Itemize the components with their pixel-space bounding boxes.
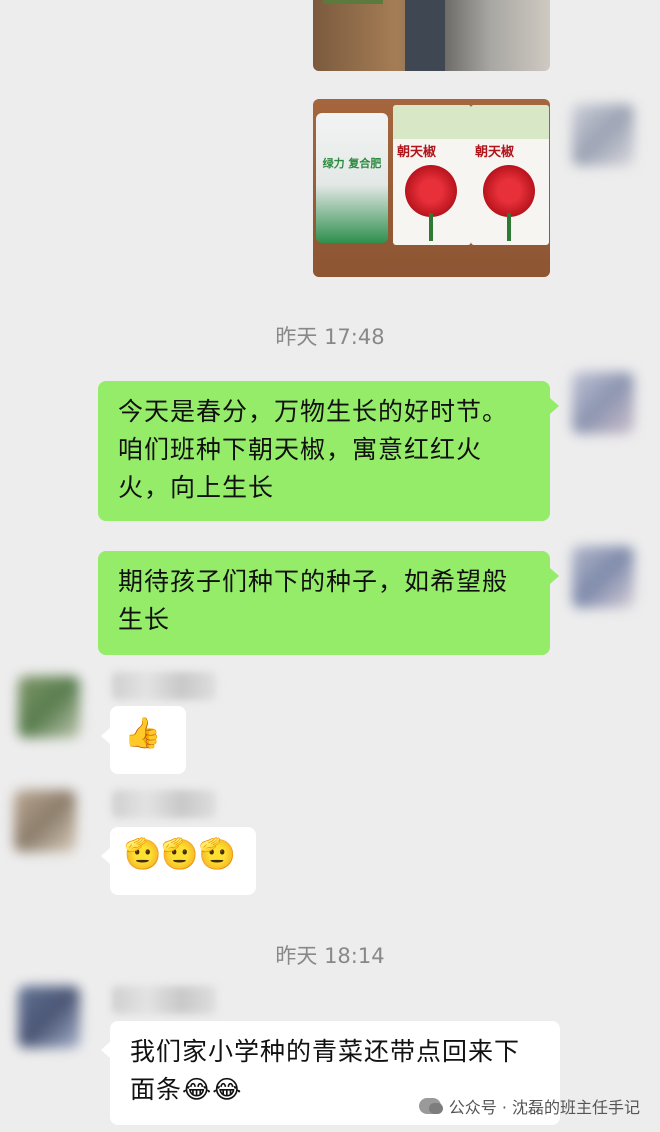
fertilizer-bag: 绿力 复合肥: [316, 113, 388, 243]
message-bubble-received[interactable]: 🫡🫡🫡: [110, 827, 256, 895]
message-bubble-sent[interactable]: 今天是春分，万物生长的好时节。咱们班种下朝天椒，寓意红红火火，向上生长: [98, 381, 550, 521]
shared-photo-seeds[interactable]: 绿力 复合肥 朝天椒 朝天椒: [313, 99, 550, 277]
shared-photo-classroom[interactable]: [313, 0, 550, 71]
sender-name: [112, 672, 216, 700]
timestamp: 昨天 18:14: [275, 944, 385, 968]
bubble-tail: [550, 398, 559, 414]
seed-pack-label: 朝天椒: [397, 145, 437, 160]
bubble-tail: [101, 1042, 110, 1058]
message-bubble-sent[interactable]: 期待孩子们种下的种子，如希望般生长: [98, 551, 550, 655]
seed-pack: 朝天椒: [393, 105, 471, 245]
timestamp: 昨天 17:48: [275, 325, 385, 349]
seed-pack: 朝天椒: [471, 105, 549, 245]
seed-pack-label: 朝天椒: [475, 145, 515, 160]
message-bubble-received[interactable]: 👍: [110, 706, 186, 774]
bubble-tail: [101, 848, 110, 864]
bubble-tail: [550, 568, 559, 584]
photo-person: [405, 0, 445, 71]
avatar[interactable]: [18, 676, 80, 738]
sender-name: [112, 790, 216, 818]
avatar[interactable]: [18, 986, 80, 1048]
avatar[interactable]: [572, 372, 634, 434]
bubble-tail: [101, 728, 110, 744]
photo-plants: [323, 0, 383, 4]
avatar[interactable]: [14, 790, 76, 852]
avatar[interactable]: [572, 104, 634, 166]
watermark-text: 公众号 · 沈磊的班主任手记: [448, 1098, 640, 1117]
wechat-icon: [418, 1098, 443, 1114]
avatar[interactable]: [572, 546, 634, 608]
fertilizer-label: 绿力 复合肥: [322, 157, 382, 170]
sender-name: [112, 986, 216, 1014]
watermark: 公众号 · 沈磊的班主任手记: [418, 1094, 640, 1118]
